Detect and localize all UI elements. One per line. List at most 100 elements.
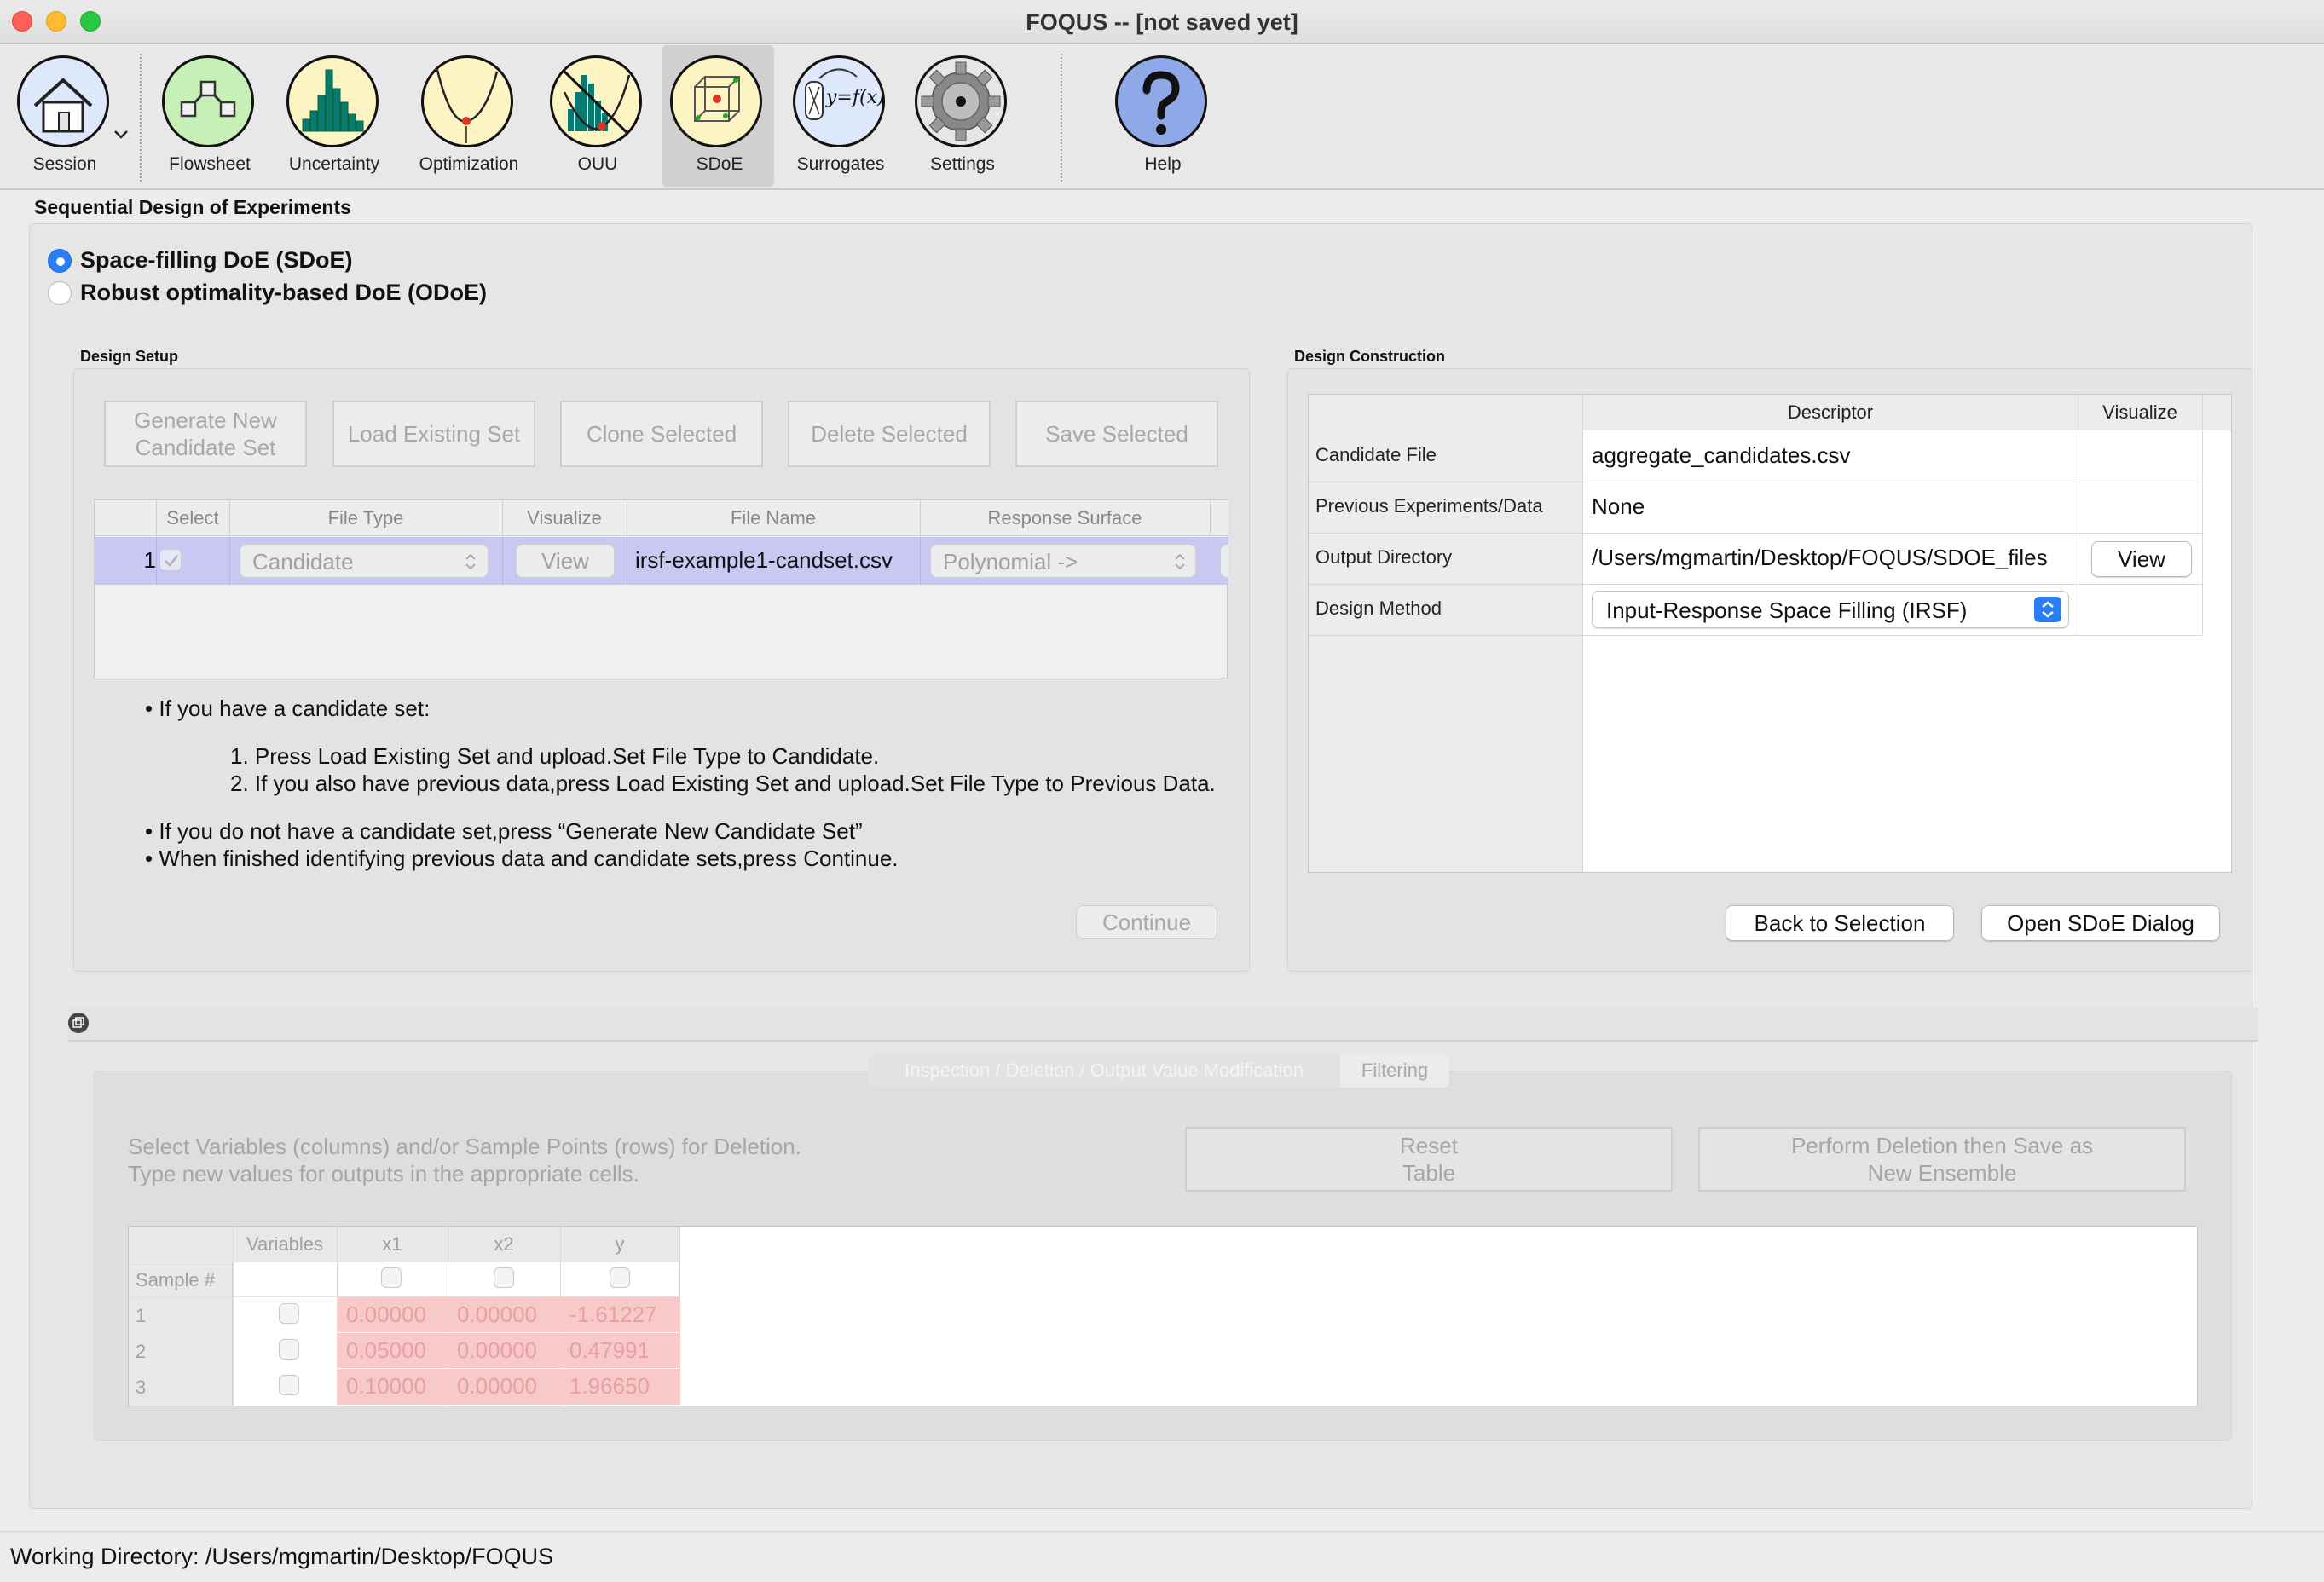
generate-candidate-set-button[interactable]: Generate New Candidate Set <box>104 401 307 467</box>
sample-x2-cell: 0.00000 <box>448 1369 560 1405</box>
select-x2-checkbox[interactable] <box>494 1267 514 1288</box>
optimization-curve-icon <box>421 55 513 147</box>
tab-filtering[interactable]: Filtering <box>1340 1054 1449 1088</box>
working-directory-text: Working Directory: /Users/mgmartin/Deskt… <box>10 1544 554 1569</box>
tab-inspection[interactable]: Inspection / Deletion / Output Value Mod… <box>868 1054 1340 1088</box>
optimization-label: Optimization <box>419 154 519 174</box>
odoe-radio-label[interactable]: Robust optimality-based DoE (ODoE) <box>80 280 487 306</box>
instruction-bullet-2: • If you do not have a candidate set,pre… <box>145 818 863 844</box>
window-title: FOQUS -- [not saved yet] <box>1026 9 1298 35</box>
delete-selected-button[interactable]: Delete Selected <box>788 401 991 467</box>
surrogate-formula: y=f(x) <box>826 87 885 108</box>
status-bar: Working Directory: /Users/mgmartin/Deskt… <box>0 1531 2324 1582</box>
file-name-value[interactable]: irsf-example1-candset.csv <box>635 547 916 574</box>
title-bar: FOQUS -- [not saved yet] <box>0 0 2324 44</box>
flowsheet-button[interactable]: Flowsheet <box>152 45 268 187</box>
page-title: Sequential Design of Experiments <box>34 196 351 218</box>
previous-data-value[interactable]: None <box>1592 494 2074 520</box>
design-construction-title: Design Construction <box>1294 348 1446 365</box>
sample-row-checkbox[interactable] <box>279 1339 299 1360</box>
session-label: Session <box>32 154 97 174</box>
chevron-down-icon[interactable] <box>113 129 130 141</box>
select-checkbox[interactable] <box>159 549 182 571</box>
main-toolbar: Session Flowsheet Uncertainty Optimizati… <box>0 45 2324 190</box>
settings-label: Settings <box>930 154 995 174</box>
session-button[interactable]: Session <box>7 45 128 187</box>
sdoe-cube-icon <box>670 55 762 147</box>
flowsheet-icon <box>162 55 254 147</box>
table-row[interactable]: 1 Candidate View irsf-example1-candset.c… <box>95 537 1228 585</box>
view-file-button[interactable]: View <box>516 544 615 578</box>
checkmark-icon <box>165 555 178 567</box>
home-icon <box>17 55 109 147</box>
sample-row-id: 3 <box>136 1377 147 1398</box>
instruction-step-1: 1. Press Load Existing Set and upload.Se… <box>230 743 880 769</box>
clone-selected-button[interactable]: Clone Selected <box>560 401 763 467</box>
candidate-file-value[interactable]: aggregate_candidates.csv <box>1592 442 2074 469</box>
sample-row-checkbox[interactable] <box>279 1303 299 1324</box>
select-x1-checkbox[interactable] <box>381 1267 402 1288</box>
sample-row-checkbox[interactable] <box>279 1375 299 1395</box>
inspection-help-line-2: Type new values for outputs in the appro… <box>128 1161 639 1186</box>
sample-y-cell[interactable]: 0.47991 <box>561 1333 679 1368</box>
surrogates-button[interactable]: y=f(x) Surrogates <box>783 45 899 187</box>
col-y: y <box>615 1233 625 1255</box>
file-type-value: Candidate <box>252 549 354 574</box>
toolbar-separator <box>1061 54 1062 182</box>
open-sdoe-dialog-button[interactable]: Open SDoE Dialog <box>1981 905 2220 941</box>
histogram-icon <box>286 55 379 147</box>
col-x2: x2 <box>494 1233 514 1255</box>
col-select: Select <box>166 507 219 528</box>
col-variables: Variables <box>246 1233 324 1255</box>
uncertainty-button[interactable]: Uncertainty <box>276 45 392 187</box>
sample-table: Variables x1 x2 y Sample # 1 0.00000 0.0… <box>128 1226 2198 1406</box>
help-question-icon <box>1115 55 1207 147</box>
col-file-type: File Type <box>327 507 404 528</box>
design-method-value: Input-Response Space Filling (IRSF) <box>1606 598 1968 623</box>
sdoe-button[interactable]: SDoE <box>662 45 774 187</box>
view-output-directory-button[interactable]: View <box>2091 541 2192 577</box>
sample-x1-cell: 0.00000 <box>338 1297 448 1332</box>
load-existing-set-button[interactable]: Load Existing Set <box>332 401 535 467</box>
sdoe-radio[interactable] <box>48 249 72 273</box>
settings-button[interactable]: Settings <box>905 45 1020 187</box>
sample-number-header: Sample # <box>136 1269 215 1290</box>
perform-deletion-button[interactable]: Perform Deletion then Save as New Ensemb… <box>1698 1127 2186 1192</box>
col-descriptor: Descriptor <box>1787 401 1874 423</box>
float-dock-button[interactable] <box>68 1013 89 1033</box>
file-table: Select File Type Visualize File Name Res… <box>94 499 1228 678</box>
select-y-checkbox[interactable] <box>610 1267 630 1288</box>
help-button[interactable]: Help <box>1105 45 1221 187</box>
design-method-select[interactable]: Input-Response Space Filling (IRSF) <box>1592 591 2069 628</box>
sample-y-cell[interactable]: -1.61227 <box>561 1297 679 1332</box>
design-method-label: Design Method <box>1315 598 1442 619</box>
inspection-help-line-1: Select Variables (columns) and/or Sample… <box>128 1134 801 1159</box>
optimization-button[interactable]: Optimization <box>411 45 527 187</box>
sample-x1-cell: 0.05000 <box>338 1333 448 1368</box>
dock-title-bar <box>68 1008 2258 1042</box>
candidate-file-label: Candidate File <box>1315 444 1437 465</box>
descriptor-table: Descriptor Visualize Candidate File aggr… <box>1308 394 2232 873</box>
updown-chevron-icon <box>465 553 476 570</box>
ouu-button[interactable]: OUU <box>540 45 656 187</box>
descriptor-row-headers <box>1309 395 1583 872</box>
next-column-clipped <box>1220 544 1228 578</box>
reset-table-button[interactable]: Reset Table <box>1185 1127 1673 1192</box>
sdoe-radio-label[interactable]: Space-filling DoE (SDoE) <box>80 247 353 274</box>
previous-data-label: Previous Experiments/Data <box>1315 495 1543 517</box>
uncertainty-label: Uncertainty <box>288 154 380 174</box>
back-to-selection-button[interactable]: Back to Selection <box>1726 905 1954 941</box>
file-type-select[interactable]: Candidate <box>240 544 489 578</box>
continue-button[interactable]: Continue <box>1076 905 1217 939</box>
help-label: Help <box>1144 154 1182 174</box>
sample-y-cell[interactable]: 1.96650 <box>561 1369 679 1405</box>
save-selected-button[interactable]: Save Selected <box>1015 401 1218 467</box>
output-directory-value[interactable]: /Users/mgmartin/Desktop/FOQUS/SDOE_files <box>1592 545 2076 571</box>
col-response-surface: Response Surface <box>987 507 1142 528</box>
instruction-bullet-3: • When finished identifying previous dat… <box>145 846 899 871</box>
odoe-radio[interactable] <box>48 281 72 305</box>
response-surface-select[interactable]: Polynomial -> <box>930 544 1196 578</box>
ouu-icon <box>550 55 642 147</box>
row-number: 1 <box>143 547 156 573</box>
col-visualize: Visualize <box>2102 401 2177 423</box>
